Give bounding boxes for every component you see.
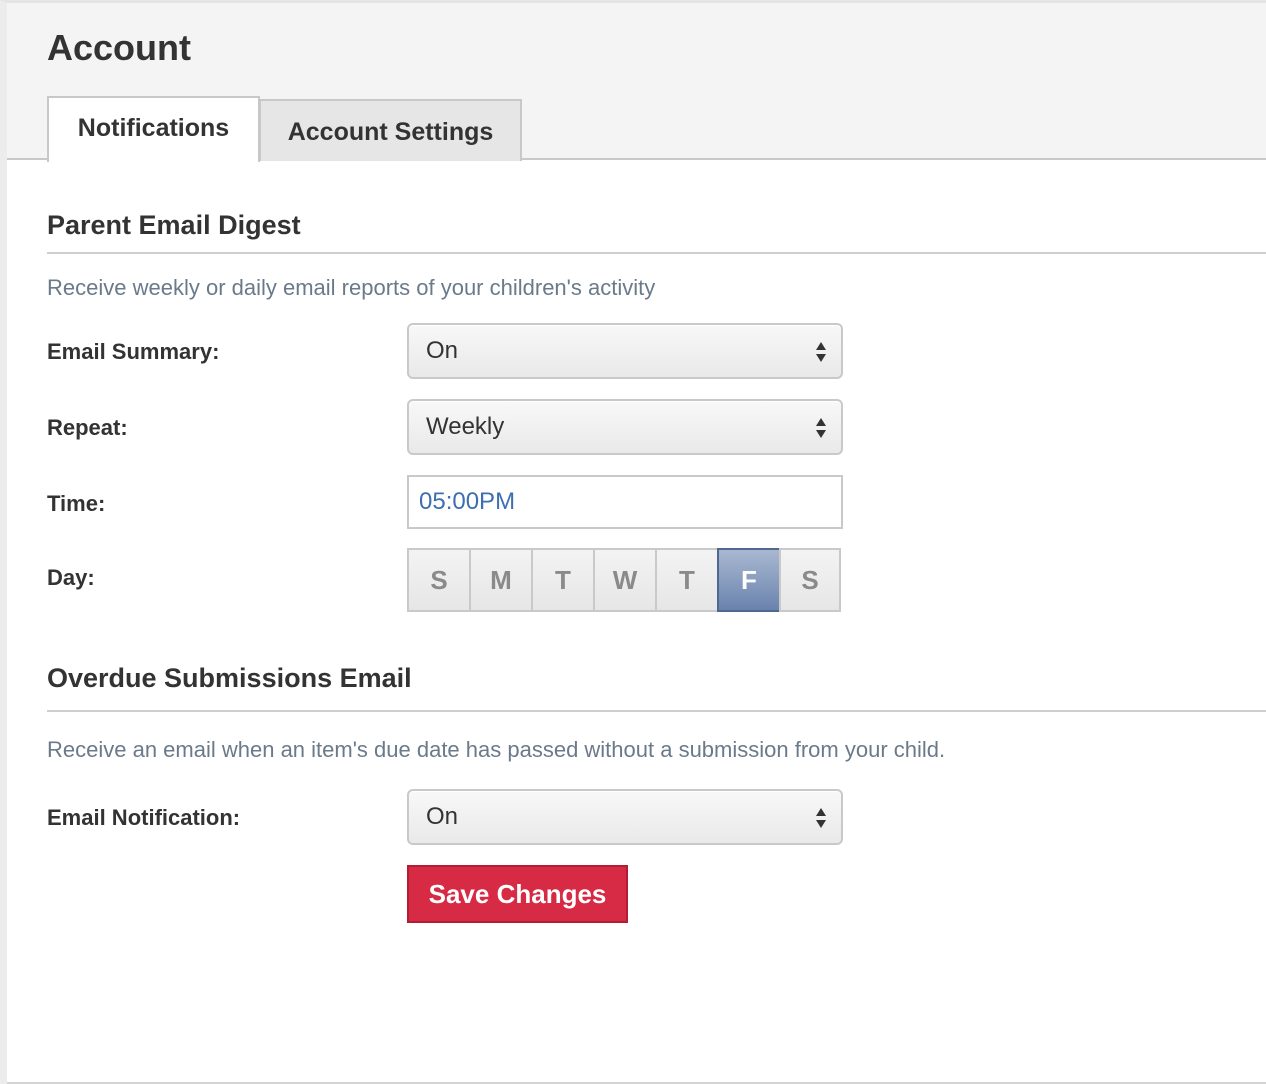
overdue-submissions-description: Receive an email when an item's due date… bbox=[47, 737, 946, 762]
day-label: Day: bbox=[47, 565, 95, 590]
page-title: Account bbox=[47, 27, 191, 68]
tab-notifications[interactable]: Notifications bbox=[47, 96, 260, 162]
day-button-friday[interactable]: F bbox=[717, 548, 779, 612]
page-header: Account Notifications Account Settings bbox=[7, 3, 1266, 162]
tab-account-settings[interactable]: Account Settings bbox=[259, 99, 522, 161]
up-down-arrows-icon bbox=[816, 418, 826, 438]
section-divider bbox=[47, 252, 1266, 254]
overdue-submissions-title: Overdue Submissions Email bbox=[47, 663, 412, 693]
tab-notifications-label: Notifications bbox=[77, 113, 230, 142]
save-changes-button[interactable]: Save Changes bbox=[407, 865, 628, 923]
email-summary-select[interactable]: On bbox=[407, 323, 843, 379]
email-notification-select[interactable]: On bbox=[407, 789, 843, 845]
day-button-tuesday[interactable]: T bbox=[531, 548, 593, 612]
up-down-arrows-icon bbox=[816, 342, 826, 362]
day-button-monday[interactable]: M bbox=[469, 548, 531, 612]
day-button-saturday[interactable]: S bbox=[779, 548, 841, 612]
section-divider bbox=[47, 710, 1266, 712]
repeat-select[interactable]: Weekly bbox=[407, 399, 843, 455]
day-button-thursday[interactable]: T bbox=[655, 548, 717, 612]
account-page: Account Notifications Account Settings P… bbox=[0, 0, 1266, 1084]
email-summary-label: Email Summary: bbox=[47, 339, 220, 364]
time-input[interactable] bbox=[407, 475, 843, 529]
tab-account-settings-label: Account Settings bbox=[287, 117, 494, 146]
day-button-wednesday[interactable]: W bbox=[593, 548, 655, 612]
up-down-arrows-icon bbox=[816, 808, 826, 828]
email-summary-value: On bbox=[426, 337, 459, 364]
parent-email-digest-description: Receive weekly or daily email reports of… bbox=[47, 275, 656, 300]
day-button-sunday[interactable]: S bbox=[407, 548, 469, 612]
repeat-label: Repeat: bbox=[47, 415, 128, 440]
repeat-value: Weekly bbox=[426, 413, 505, 440]
day-picker: S M T W T F S bbox=[407, 548, 843, 612]
parent-email-digest-title: Parent Email Digest bbox=[47, 210, 301, 240]
email-notification-value: On bbox=[426, 803, 459, 830]
time-label: Time: bbox=[47, 491, 106, 516]
email-notification-label: Email Notification: bbox=[47, 805, 241, 830]
